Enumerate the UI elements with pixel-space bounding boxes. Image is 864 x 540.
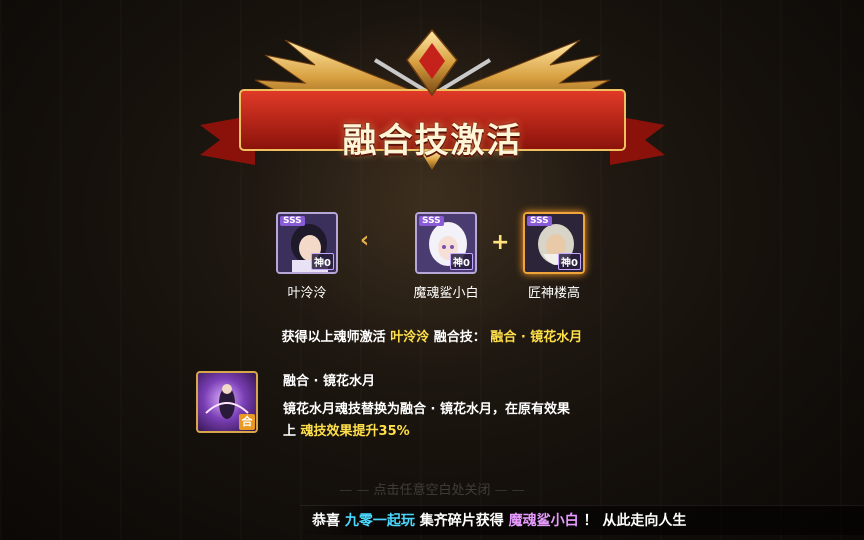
rank-badge: SSS	[419, 216, 444, 226]
tier-badge: 神0	[558, 253, 581, 270]
skill-desc-prefix: 上	[283, 424, 297, 439]
hint-dash-right: — —	[494, 483, 525, 498]
tier-badge: 神0	[450, 253, 473, 270]
activation-description: 获得以上魂师激活 叶泠泠 融合技： 融合 · 镜花水月	[0, 326, 864, 345]
close-hint-text: 点击任意空白处关闭	[373, 483, 491, 498]
hero-name: 叶泠泠	[287, 286, 327, 301]
hero-card[interactable]: SSS 神0	[523, 212, 585, 274]
title-banner: 融合技激活	[195, 25, 670, 175]
skill-desc-line-2: 上 魂技效果提升35%	[283, 421, 683, 443]
plus-icon: +	[491, 230, 510, 255]
hint-dash-left: — —	[339, 483, 370, 498]
hero-name: 魔魂鲨小白	[413, 286, 479, 301]
skill-desc-highlight: 魂技效果提升35%	[300, 424, 410, 439]
activation-skill: 融合 · 镜花水月	[490, 330, 583, 345]
activation-middle: 融合技：	[433, 330, 486, 345]
broadcast-prefix: 恭喜	[312, 513, 340, 529]
close-hint[interactable]: — — 点击任意空白处关闭 — —	[0, 479, 864, 498]
skill-name: 融合 · 镜花水月	[283, 374, 375, 389]
hero-card[interactable]: SSS 神0	[415, 212, 477, 274]
fusion-tag-badge: 合	[239, 414, 255, 430]
hero-name: 匠神楼高	[527, 286, 580, 301]
rank-badge: SSS	[527, 216, 552, 226]
rank-badge: SSS	[280, 216, 305, 226]
tier-badge: 神0	[311, 253, 334, 270]
activation-prefix: 获得以上魂师激活	[281, 330, 386, 345]
hero-card[interactable]: SSS 神0	[276, 212, 338, 274]
activation-hero: 叶泠泠	[390, 330, 430, 345]
arrow-left-icon: ‹	[360, 228, 370, 253]
broadcast-suffix: ！ 从此走向人生	[583, 513, 687, 529]
broadcast-middle: 集齐碎片获得	[419, 513, 504, 529]
banner-title: 融合技激活	[342, 121, 523, 161]
broadcast-user: 九零一起玩	[344, 513, 415, 529]
hero-ye-lingling[interactable]: SSS 神0 叶泠泠	[276, 212, 338, 301]
hero-jiangshen-lougao[interactable]: SSS 神0 匠神楼高	[523, 212, 585, 301]
hero-mohun-sha-xiaobai[interactable]: SSS 神0 魔魂鲨小白	[413, 212, 479, 301]
fusion-skill-icon[interactable]: 合	[196, 371, 258, 433]
skill-desc-line-1: 镜花水月魂技替换为融合 · 镜花水月，在原有效果	[283, 402, 570, 417]
skill-description: 镜花水月魂技替换为融合 · 镜花水月，在原有效果 上 魂技效果提升35%	[283, 399, 683, 443]
broadcast-item: 魔魂鲨小白	[508, 513, 579, 529]
broadcast-message: 恭喜 九零一起玩 集齐碎片获得 魔魂鲨小白 ！ 从此走向人生	[312, 510, 764, 530]
